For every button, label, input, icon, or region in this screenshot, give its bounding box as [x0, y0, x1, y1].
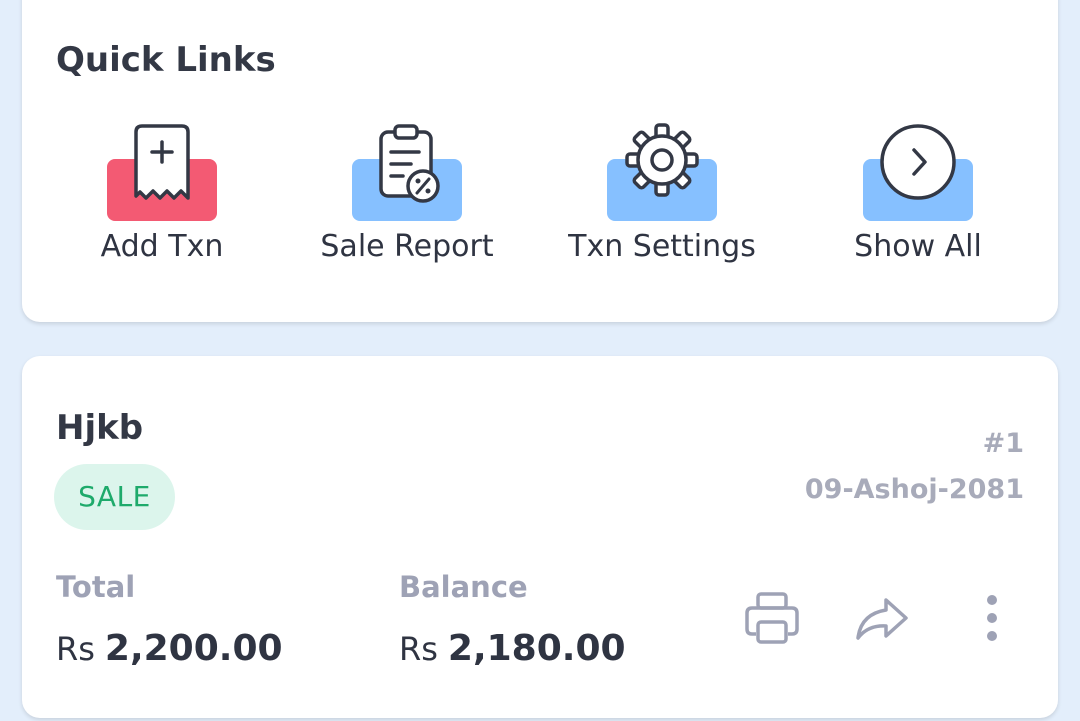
more-vertical-icon [987, 595, 997, 641]
total-label: Total [56, 570, 136, 604]
transaction-type-badge: SALE [54, 464, 175, 530]
quick-links-card: Quick Links Add Txn Sale Report Txn Sett… [22, 0, 1058, 322]
quick-link-label: Show All [854, 229, 982, 264]
currency-symbol: Rs [56, 630, 95, 668]
quick-link-txn-settings[interactable]: Txn Settings [537, 118, 787, 298]
total-amount: Rs 2,200.00 [56, 628, 283, 669]
more-options-button[interactable] [962, 588, 1022, 648]
quick-links-title: Quick Links [56, 40, 276, 80]
quick-link-add-txn[interactable]: Add Txn [37, 118, 287, 298]
transaction-date: 09-Ashoj-2081 [804, 474, 1024, 505]
balance-label: Balance [399, 570, 528, 604]
quick-link-show-all[interactable]: Show All [793, 118, 1043, 298]
quick-link-label: Add Txn [100, 229, 224, 264]
transaction-number: #1 [982, 428, 1024, 459]
balance-value: 2,180.00 [447, 628, 626, 669]
chevron-right-circle-icon [880, 124, 956, 200]
quick-link-label: Sale Report [320, 229, 494, 264]
total-value: 2,200.00 [104, 628, 283, 669]
transaction-card[interactable]: Hjkb SALE #1 09-Ashoj-2081 Total Rs 2,200… [22, 356, 1058, 718]
print-icon [745, 592, 799, 644]
quick-link-sale-report[interactable]: Sale Report [282, 118, 532, 298]
gear-icon [625, 123, 699, 197]
report-clipboard-icon [379, 124, 440, 203]
print-button[interactable] [742, 588, 802, 648]
add-receipt-icon [134, 124, 190, 200]
party-name: Hjkb [56, 408, 144, 448]
share-button[interactable] [852, 588, 912, 648]
currency-symbol: Rs [399, 630, 438, 668]
balance-amount: Rs 2,180.00 [399, 628, 626, 669]
share-icon [856, 598, 908, 640]
quick-link-label: Txn Settings [568, 229, 756, 264]
